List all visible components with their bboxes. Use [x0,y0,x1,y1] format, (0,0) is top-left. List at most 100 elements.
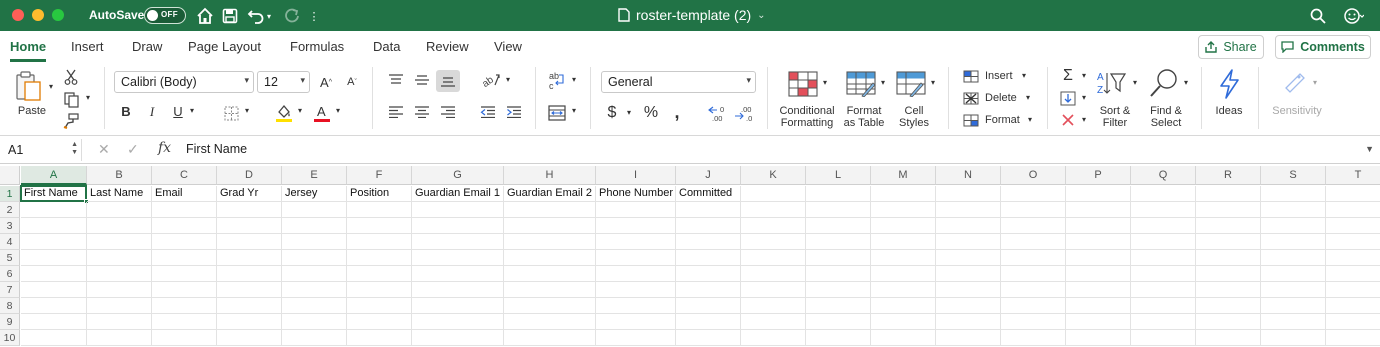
fill-color-icon[interactable] [275,102,293,124]
cell-k1[interactable] [741,186,806,202]
cell-l7[interactable] [806,282,871,298]
row-header-6[interactable]: 6 [0,266,20,282]
number-format-combo[interactable]: General ▾ [601,71,756,93]
cell-l5[interactable] [806,250,871,266]
cell-g4[interactable] [412,234,504,250]
undo-dropdown-icon[interactable]: ▾ [264,6,274,26]
cell-j2[interactable] [676,202,741,218]
cell-n6[interactable] [936,266,1001,282]
cell-h2[interactable] [504,202,596,218]
cell-c10[interactable] [152,330,217,346]
cell-e1[interactable]: Jersey [282,186,347,202]
cell-i8[interactable] [596,298,676,314]
format-painter-icon[interactable] [62,112,80,130]
cell-p10[interactable] [1066,330,1131,346]
column-header-m[interactable]: M [871,166,936,185]
orientation-icon[interactable]: ab [480,70,502,90]
cell-m9[interactable] [871,314,936,330]
row-header-5[interactable]: 5 [0,250,20,266]
cell-t9[interactable] [1326,314,1380,330]
cell-f1[interactable]: Position [347,186,412,202]
cell-c3[interactable] [152,218,217,234]
cell-n9[interactable] [936,314,1001,330]
cell-p9[interactable] [1066,314,1131,330]
tab-data[interactable]: Data [373,39,400,54]
sensitivity-icon[interactable] [1280,68,1310,98]
align-center-icon[interactable] [413,104,431,120]
column-header-e[interactable]: E [282,166,347,185]
wrap-text-icon[interactable]: ab c [547,70,567,92]
cell-a6[interactable] [21,266,87,282]
increase-decimal-icon[interactable]: .00 0 [707,104,729,122]
delete-dropdown-icon[interactable]: ▾ [1024,93,1032,102]
cell-o4[interactable] [1001,234,1066,250]
cell-k5[interactable] [741,250,806,266]
format-dropdown-icon[interactable]: ▾ [1026,115,1034,124]
cell-m4[interactable] [871,234,936,250]
cell-c5[interactable] [152,250,217,266]
column-header-q[interactable]: Q [1131,166,1196,185]
cell-c9[interactable] [152,314,217,330]
cell-l9[interactable] [806,314,871,330]
cell-t8[interactable] [1326,298,1380,314]
cell-e6[interactable] [282,266,347,282]
paste-dropdown-icon[interactable]: ▾ [46,82,56,91]
column-header-b[interactable]: B [87,166,152,185]
cell-l8[interactable] [806,298,871,314]
cell-n1[interactable] [936,186,1001,202]
cell-s10[interactable] [1261,330,1326,346]
column-header-s[interactable]: S [1261,166,1326,185]
cell-p1[interactable] [1066,186,1131,202]
cell-e5[interactable] [282,250,347,266]
row-header-9[interactable]: 9 [0,314,20,330]
column-header-h[interactable]: H [504,166,596,185]
decrease-decimal-icon[interactable]: .00.0 [733,104,755,122]
cell-k9[interactable] [741,314,806,330]
cell-o3[interactable] [1001,218,1066,234]
insert-label[interactable]: Insert [985,70,1013,82]
cell-q10[interactable] [1131,330,1196,346]
cell-i9[interactable] [596,314,676,330]
cell-k6[interactable] [741,266,806,282]
column-header-d[interactable]: D [217,166,282,185]
cell-m10[interactable] [871,330,936,346]
cell-p7[interactable] [1066,282,1131,298]
column-header-p[interactable]: P [1066,166,1131,185]
cell-f10[interactable] [347,330,412,346]
borders-icon[interactable] [222,104,240,122]
cell-h7[interactable] [504,282,596,298]
paste-icon[interactable] [14,68,44,104]
tab-insert[interactable]: Insert [71,39,104,54]
autosum-icon[interactable]: Σ [1060,67,1076,85]
cell-r2[interactable] [1196,202,1261,218]
cell-m5[interactable] [871,250,936,266]
cell-r3[interactable] [1196,218,1261,234]
clear-dropdown-icon[interactable]: ▾ [1080,115,1088,124]
cell-m3[interactable] [871,218,936,234]
clear-icon[interactable] [1060,112,1076,128]
cell-t10[interactable] [1326,330,1380,346]
insert-function-icon[interactable]: fx [158,140,171,156]
share-button[interactable]: Share [1198,35,1264,59]
cell-n3[interactable] [936,218,1001,234]
cell-j5[interactable] [676,250,741,266]
percent-icon[interactable]: % [642,104,660,122]
align-left-icon[interactable] [387,104,405,120]
cell-r4[interactable] [1196,234,1261,250]
cell-e7[interactable] [282,282,347,298]
cell-r5[interactable] [1196,250,1261,266]
cell-styles-icon[interactable] [895,70,927,98]
column-header-k[interactable]: K [741,166,806,185]
cell-h8[interactable] [504,298,596,314]
redo-icon[interactable] [282,6,302,26]
cell-d4[interactable] [217,234,282,250]
row-header-4[interactable]: 4 [0,234,20,250]
cell-s2[interactable] [1261,202,1326,218]
cell-q9[interactable] [1131,314,1196,330]
column-header-a[interactable]: A [21,166,87,185]
cell-j8[interactable] [676,298,741,314]
font-color-icon[interactable]: A [313,102,331,124]
cell-c4[interactable] [152,234,217,250]
cell-k8[interactable] [741,298,806,314]
cell-i3[interactable] [596,218,676,234]
